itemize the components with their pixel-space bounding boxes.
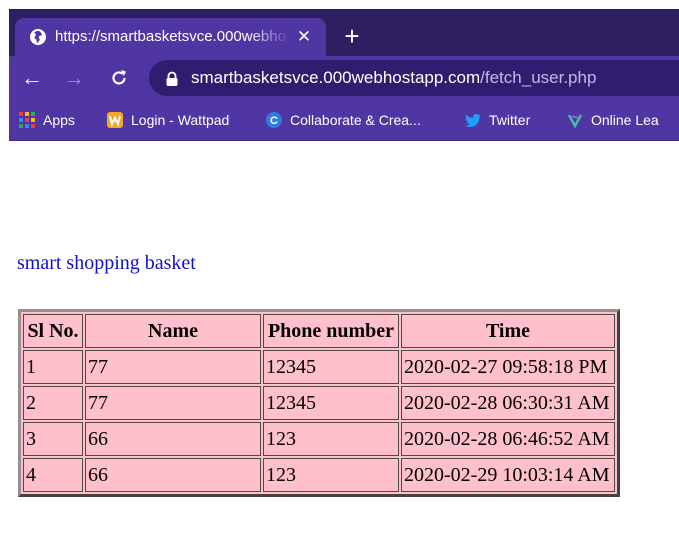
svg-text:C: C xyxy=(270,115,278,127)
cell-phone-number: 12345 xyxy=(263,386,399,420)
bookmark-label: Collaborate & Crea... xyxy=(290,112,421,128)
tab-strip: https://smartbasketsvce.000webhostapp.co… xyxy=(9,9,679,56)
cell-time: 2020-02-27 09:58:18 PM xyxy=(401,350,615,384)
cell-time: 2020-02-29 10:03:14 AM xyxy=(401,458,615,492)
column-header-name: Name xyxy=(85,314,261,348)
table-row: 1 77 12345 2020-02-27 09:58:18 PM xyxy=(23,350,615,384)
table-row: 4 66 123 2020-02-29 10:03:14 AM xyxy=(23,458,615,492)
twitter-bird-icon xyxy=(465,114,481,127)
url-path: /fetch_user.php xyxy=(480,68,597,87)
bookmark-label: Twitter xyxy=(489,112,531,128)
bookmark-apps[interactable]: Apps xyxy=(19,100,75,140)
online-learning-icon xyxy=(567,114,583,128)
close-icon[interactable]: ✕ xyxy=(293,25,315,49)
cell-name: 77 xyxy=(85,350,261,384)
back-arrow-icon[interactable]: ← xyxy=(19,65,45,91)
bookmark-label: Online Lea xyxy=(591,112,659,128)
reload-icon[interactable] xyxy=(106,65,132,91)
cell-phone-number: 123 xyxy=(263,422,399,456)
page-content: smart shopping basket Sl No. Name Phone … xyxy=(9,141,679,551)
cell-name: 66 xyxy=(85,458,261,492)
cell-name: 66 xyxy=(85,422,261,456)
cell-phone-number: 123 xyxy=(263,458,399,492)
bookmarks-bar: Apps Login - Wattpad C Collaborate & Cre… xyxy=(9,100,679,141)
column-header-sl-no: Sl No. xyxy=(23,314,83,348)
cell-name: 77 xyxy=(85,386,261,420)
bookmark-collaborate[interactable]: C Collaborate & Crea... xyxy=(266,100,421,140)
cell-sl-no: 4 xyxy=(23,458,83,492)
cell-time: 2020-02-28 06:46:52 AM xyxy=(401,422,615,456)
new-tab-icon[interactable]: + xyxy=(339,23,365,49)
address-url[interactable]: smartbasketsvce.000webhostapp.com/fetch_… xyxy=(191,66,671,90)
collaborate-icon: C xyxy=(266,112,282,128)
browser-toolbar: ← → smartbasketsvce.000webhostapp.com/fe… xyxy=(9,56,679,100)
forward-arrow-icon[interactable]: → xyxy=(61,65,87,91)
table-row: 2 77 12345 2020-02-28 06:30:31 AM xyxy=(23,386,615,420)
cell-sl-no: 3 xyxy=(23,422,83,456)
tab-title-fade xyxy=(247,24,291,50)
bookmark-twitter[interactable]: Twitter xyxy=(465,100,530,140)
address-bar[interactable]: smartbasketsvce.000webhostapp.com/fetch_… xyxy=(149,60,679,96)
wattpad-icon xyxy=(107,112,123,128)
cell-sl-no: 1 xyxy=(23,350,83,384)
cell-phone-number: 12345 xyxy=(263,350,399,384)
cell-time: 2020-02-28 06:30:31 AM xyxy=(401,386,615,420)
apps-grid-icon xyxy=(19,112,35,128)
bookmark-label: Apps xyxy=(43,112,75,128)
column-header-time: Time xyxy=(401,314,615,348)
table-row: 3 66 123 2020-02-28 06:46:52 AM xyxy=(23,422,615,456)
table-header-row: Sl No. Name Phone number Time xyxy=(23,314,615,348)
browser-tab[interactable]: https://smartbasketsvce.000webhostapp.co… xyxy=(15,18,326,56)
lock-icon xyxy=(166,71,178,86)
bookmark-label: Login - Wattpad xyxy=(131,112,230,128)
cell-sl-no: 2 xyxy=(23,386,83,420)
browser-window: https://smartbasketsvce.000webhostapp.co… xyxy=(9,9,679,551)
url-host: smartbasketsvce.000webhostapp.com xyxy=(191,68,481,87)
column-header-phone-number: Phone number xyxy=(263,314,399,348)
globe-icon xyxy=(30,29,46,45)
user-table: Sl No. Name Phone number Time 1 77 12345… xyxy=(18,309,620,497)
page-heading: smart shopping basket xyxy=(17,252,196,274)
bookmark-wattpad[interactable]: Login - Wattpad xyxy=(107,100,229,140)
bookmark-online-learning[interactable]: Online Lea xyxy=(567,100,659,140)
